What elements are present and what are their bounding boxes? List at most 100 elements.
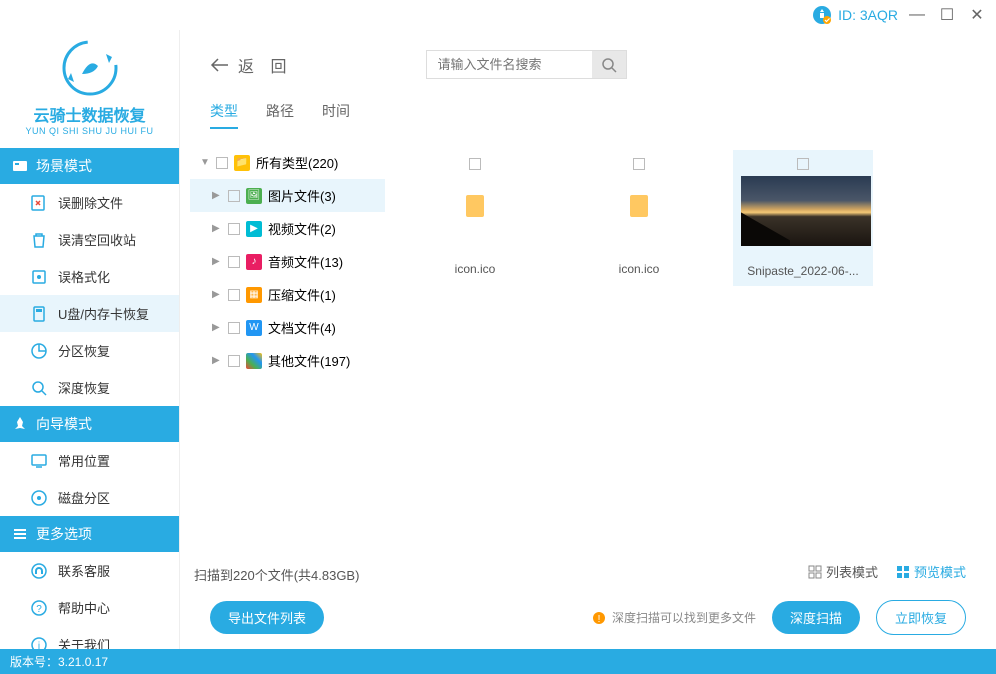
archive-icon: ▦ [246, 287, 262, 303]
export-list-button[interactable]: 导出文件列表 [210, 601, 324, 634]
svg-text:!: ! [598, 614, 601, 625]
search-icon [601, 57, 617, 73]
sidebar-item-partition[interactable]: 分区恢复 [0, 332, 179, 369]
id-badge-icon [812, 5, 832, 25]
content-area: 返 回 类型 路径 时间 ▼📁所有类型(220) ▶🖼图片文件(3) ▶▶视频文… [180, 30, 996, 649]
sidebar-item-label: 联系客服 [58, 561, 110, 580]
sidebar-item-common-location[interactable]: 常用位置 [0, 442, 179, 479]
tree-video[interactable]: ▶▶视频文件(2) [190, 212, 385, 245]
sidebar-item-label: 帮助中心 [58, 598, 110, 617]
tree-label: 压缩文件(1) [268, 285, 336, 304]
recover-button[interactable]: 立即恢复 [876, 600, 966, 635]
sidebar-item-disk-partition[interactable]: 磁盘分区 [0, 479, 179, 516]
hdd-icon [30, 489, 48, 507]
usb-icon [30, 305, 48, 323]
tree-archive[interactable]: ▶▦压缩文件(1) [190, 278, 385, 311]
arrow-left-icon [210, 57, 230, 73]
ico-thumbnail [630, 195, 648, 217]
file-item[interactable]: icon.ico [569, 150, 709, 284]
pin-icon [12, 416, 28, 432]
maximize-button[interactable]: ☐ [936, 4, 958, 26]
doc-icon: W [246, 320, 262, 336]
tree-label: 文档文件(4) [268, 318, 336, 337]
sidebar-item-support[interactable]: 联系客服 [0, 552, 179, 589]
sidebar-item-format[interactable]: 误格式化 [0, 258, 179, 295]
sidebar-item-usb[interactable]: U盘/内存卡恢复 [0, 295, 179, 332]
tree-root[interactable]: ▼📁所有类型(220) [190, 146, 385, 179]
checkbox[interactable] [469, 158, 481, 170]
list-icon [808, 565, 822, 579]
partition-icon [30, 342, 48, 360]
section-scene-header: 场景模式 [0, 148, 179, 184]
checkbox[interactable] [797, 158, 809, 170]
sidebar-item-help[interactable]: ? 帮助中心 [0, 589, 179, 626]
checkbox[interactable] [228, 289, 240, 301]
search-button[interactable] [592, 51, 626, 78]
close-button[interactable]: ✕ [966, 4, 988, 26]
sidebar-item-deep[interactable]: 深度恢复 [0, 369, 179, 406]
tab-path[interactable]: 路径 [266, 101, 294, 129]
version-bar: 版本号：3.21.0.17 [0, 649, 996, 674]
file-grid: icon.ico icon.ico Snipaste_2022-06-... [385, 140, 996, 565]
logo-icon [62, 40, 118, 96]
sidebar-item-label: 误格式化 [58, 267, 110, 286]
file-name: icon.ico [577, 262, 701, 276]
view-preview-button[interactable]: 预览模式 [896, 562, 966, 581]
sidebar-item-label: 深度恢复 [58, 378, 110, 397]
scene-icon [12, 158, 28, 174]
filter-tabs: 类型 路径 时间 [180, 89, 996, 140]
tree-other[interactable]: ▶其他文件(197) [190, 344, 385, 377]
back-button[interactable]: 返 回 [210, 53, 292, 77]
image-icon: 🖼 [246, 188, 262, 204]
other-icon [246, 353, 262, 369]
deep-scan-button[interactable]: 深度扫描 [772, 601, 860, 634]
svg-text:i: i [38, 641, 40, 650]
checkbox[interactable] [228, 355, 240, 367]
id-text: ID: 3AQR [838, 7, 898, 23]
question-icon: ? [30, 599, 48, 617]
disk-icon [30, 268, 48, 286]
section-wizard-header: 向导模式 [0, 406, 179, 442]
tree-label: 所有类型(220) [256, 153, 338, 172]
type-tree: ▼📁所有类型(220) ▶🖼图片文件(3) ▶▶视频文件(2) ▶♪音频文件(1… [190, 140, 385, 565]
sidebar-item-deleted[interactable]: 误删除文件 [0, 184, 179, 221]
deep-scan-icon [30, 379, 48, 397]
sidebar-item-label: 关于我们 [58, 635, 110, 649]
image-thumbnail [741, 176, 871, 246]
checkbox[interactable] [228, 223, 240, 235]
file-name: Snipaste_2022-06-... [741, 264, 865, 278]
minimize-button[interactable]: — [906, 4, 928, 26]
tree-document[interactable]: ▶W文档文件(4) [190, 311, 385, 344]
checkbox[interactable] [633, 158, 645, 170]
logo-title: 云骑士数据恢复 [10, 102, 169, 126]
tab-type[interactable]: 类型 [210, 101, 238, 129]
search-input[interactable] [427, 51, 592, 78]
sidebar-item-label: 误清空回收站 [58, 230, 136, 249]
sidebar-item-about[interactable]: i 关于我们 [0, 626, 179, 649]
checkbox[interactable] [228, 190, 240, 202]
headset-icon [30, 562, 48, 580]
deep-scan-tip: ! 深度扫描可以找到更多文件 [592, 609, 756, 626]
info-icon: ! [592, 611, 606, 625]
app-logo: 云骑士数据恢复 YUN QI SHI SHU JU HUI FU [0, 30, 179, 148]
checkbox[interactable] [216, 157, 228, 169]
sidebar-item-trash[interactable]: 误清空回收站 [0, 221, 179, 258]
sidebar-item-label: 常用位置 [58, 451, 110, 470]
tree-image[interactable]: ▶🖼图片文件(3) [190, 179, 385, 212]
file-x-icon [30, 194, 48, 212]
titlebar: ID: 3AQR — ☐ ✕ [0, 0, 996, 30]
file-item[interactable]: icon.ico [405, 150, 545, 284]
tree-label: 音频文件(13) [268, 252, 343, 271]
checkbox[interactable] [228, 256, 240, 268]
grid-icon [896, 565, 910, 579]
tab-time[interactable]: 时间 [322, 101, 350, 129]
checkbox[interactable] [228, 322, 240, 334]
tree-label: 视频文件(2) [268, 219, 336, 238]
user-id: ID: 3AQR [812, 5, 898, 25]
tree-audio[interactable]: ▶♪音频文件(13) [190, 245, 385, 278]
file-item[interactable]: Snipaste_2022-06-... [733, 150, 873, 286]
folder-icon: 📁 [234, 155, 250, 171]
monitor-icon [30, 452, 48, 470]
view-list-button[interactable]: 列表模式 [808, 562, 878, 581]
tree-label: 图片文件(3) [268, 186, 336, 205]
